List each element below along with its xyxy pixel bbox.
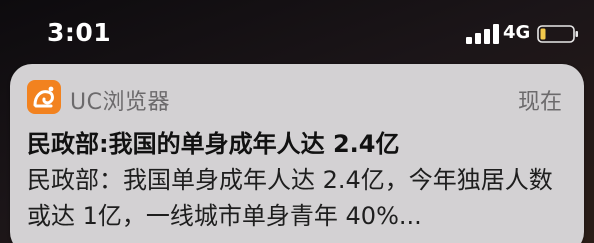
cellular-signal-icon <box>466 24 499 44</box>
notification-card[interactable]: UC浏览器 现在 民政部:我国的单身成年人达 2.4亿 民政部：我国单身成年人达… <box>10 64 584 243</box>
notification-header: UC浏览器 现在 <box>10 64 584 120</box>
battery-icon <box>537 25 578 43</box>
notification-timestamp: 现在 <box>517 90 562 115</box>
uc-browser-squirrel-icon <box>27 80 61 114</box>
notification-body: 民政部：我国单身成年人达 2.4亿，今年独居人数或达 1亿，一线城市单身青年 4… <box>27 166 553 230</box>
notification-title: 民政部:我国的单身成年人达 2.4亿 <box>27 130 400 158</box>
app-name: UC浏览器 <box>70 90 170 115</box>
status-time: 3:01 <box>47 18 112 47</box>
status-bar: 3:01 4G <box>0 0 594 64</box>
network-type-label: 4G <box>503 22 531 43</box>
